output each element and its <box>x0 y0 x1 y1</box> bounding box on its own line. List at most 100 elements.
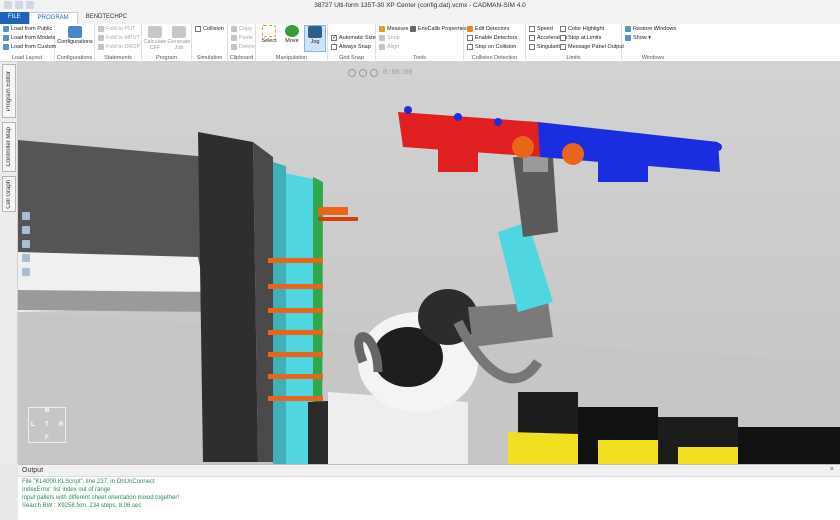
close-icon[interactable]: × <box>830 466 834 473</box>
tab-program[interactable]: PROGRAM <box>28 12 78 24</box>
tab-file[interactable]: FILE <box>0 12 29 24</box>
configurations-button[interactable]: Configurations <box>57 26 93 45</box>
paste-button[interactable]: Paste <box>231 35 253 41</box>
view-tool-icon[interactable] <box>22 212 30 220</box>
speed-checkbox[interactable]: Speed <box>529 26 553 32</box>
load-from-models-button[interactable]: Load from Models <box>3 35 55 41</box>
window-title: 38727 Ulti-form 135T-30 XP Center (confi… <box>314 2 526 9</box>
snap-icon <box>379 35 385 41</box>
checkbox[interactable] <box>467 44 473 50</box>
edit-detectors-button[interactable]: Edit Detectors <box>467 26 510 32</box>
view-tool-icon[interactable] <box>22 226 30 234</box>
load-from-custom-button[interactable]: Load from Custom <box>3 44 56 50</box>
side-tab-cell-graph[interactable]: Cell Graph <box>2 176 16 212</box>
group-label: Windows <box>641 55 665 61</box>
checkbox[interactable] <box>195 26 201 32</box>
view-cube-right[interactable]: R <box>59 422 63 428</box>
hash-icon <box>410 26 416 32</box>
select-icon <box>262 25 276 37</box>
side-tab-program-editor[interactable]: Program Editor <box>2 64 16 118</box>
calculate-icon <box>148 26 162 38</box>
ribbon-tabs: FILE PROGRAM BENDTECHPC <box>0 12 840 24</box>
pause-icon[interactable] <box>359 69 367 77</box>
group-label: Simulation <box>196 55 223 61</box>
group-program: Calculate CFF Generate Job Program <box>142 24 192 62</box>
checkbox[interactable] <box>331 34 337 41</box>
copy-button[interactable]: Copy <box>231 26 252 32</box>
fold-icon <box>98 35 104 41</box>
view-cube-back[interactable]: B <box>45 408 49 414</box>
generate-job-button[interactable]: Generate Job <box>167 26 191 51</box>
stop-at-limits-checkbox[interactable]: Stop at Limits <box>560 35 601 41</box>
move-button[interactable]: Move <box>281 25 303 44</box>
checkbox[interactable] <box>560 26 566 32</box>
title-bar: 38727 Ulti-form 135T-30 XP Center (confi… <box>0 0 840 12</box>
group-label: Statements <box>104 55 132 61</box>
fold-to-mput-button[interactable]: Fold to MPUT <box>98 35 140 41</box>
output-line: Search BW : X9258.fxm, 234 steps, 8.06 s… <box>22 503 142 509</box>
message-panel-output-checkbox[interactable]: Message Panel Output <box>560 44 624 50</box>
scene-render <box>18 62 840 464</box>
select-button[interactable]: Select <box>258 25 280 44</box>
beam-shadow <box>18 290 218 312</box>
align-button[interactable]: Align <box>379 44 399 50</box>
envcalib-properties-button[interactable]: EnvCalib Properties <box>410 26 467 32</box>
move-icon <box>285 25 299 37</box>
delete-button[interactable]: Delete <box>231 44 255 50</box>
3d-viewport[interactable]: 0:00:00 B L T R F <box>18 62 840 464</box>
checkbox[interactable] <box>529 44 535 50</box>
side-tab-controller-map[interactable]: Controller Map <box>2 122 16 172</box>
checkbox[interactable] <box>529 26 535 32</box>
fold-to-put-button[interactable]: Fold to PUT <box>98 26 135 32</box>
group-configurations: Configurations Configurations <box>55 24 95 62</box>
output-title: Output <box>22 467 44 474</box>
delete-icon <box>231 44 237 50</box>
checkbox[interactable] <box>560 35 566 41</box>
group-collision-detection: Edit Detectors Enable Detectors Stop on … <box>464 24 526 62</box>
folder-icon <box>3 35 9 41</box>
view-cube-top[interactable]: T <box>45 422 49 428</box>
snap-button[interactable]: Snap <box>379 35 400 41</box>
group-label: Grid Snap <box>339 55 364 61</box>
stop-on-collision-checkbox[interactable]: Stop on Collision <box>467 44 516 50</box>
color-highlight-checkbox[interactable]: Color Highlight <box>560 26 604 32</box>
view-cube[interactable]: B L T R F <box>28 407 66 443</box>
view-tool-icon[interactable] <box>22 268 30 276</box>
checkbox[interactable] <box>529 35 535 41</box>
play-icon[interactable] <box>370 69 378 77</box>
group-label: Program <box>155 55 178 61</box>
group-tools: Measure Snap Align EnvCalib Properties T… <box>376 24 467 62</box>
group-label: Configurations <box>56 55 93 61</box>
tab-bendtechpc[interactable]: BENDTECHPC <box>78 12 135 24</box>
output-log: File "KL4000.KLScript", line 237, in OnU… <box>18 477 840 511</box>
paste-icon <box>231 35 237 41</box>
jog-button[interactable]: Jog <box>304 25 326 52</box>
checkbox[interactable] <box>560 44 566 50</box>
enable-detectors-checkbox[interactable]: Enable Detectors <box>467 35 517 41</box>
collision-checkbox[interactable]: Collision <box>195 26 224 32</box>
configurations-icon <box>68 26 82 38</box>
view-cube-front[interactable]: F <box>45 435 49 441</box>
singularity-checkbox[interactable]: Singularity <box>529 44 563 50</box>
group-label: Tools <box>413 55 426 61</box>
calculate-cff-button[interactable]: Calculate CFF <box>143 26 167 51</box>
checkbox[interactable] <box>467 35 473 41</box>
always-snap-checkbox[interactable]: Always Snap <box>331 44 371 50</box>
rewind-icon[interactable] <box>348 69 356 77</box>
restore-windows-button[interactable]: Restore Windows <box>625 26 676 32</box>
detector-icon <box>467 26 473 32</box>
view-tool-icon[interactable] <box>22 240 30 248</box>
view-tool-icon[interactable] <box>22 254 30 262</box>
view-toolbar <box>22 212 32 276</box>
windows-icon <box>625 26 631 32</box>
show-dropdown[interactable]: Show ▾ <box>625 35 651 41</box>
measure-button[interactable]: Measure <box>379 26 408 32</box>
folder-icon <box>3 44 9 50</box>
press-column <box>198 132 258 462</box>
view-cube-left[interactable]: L <box>31 422 35 428</box>
automatic-size-checkbox[interactable]: Automatic Size <box>331 34 376 41</box>
checkbox[interactable] <box>331 44 337 50</box>
folder-icon <box>3 26 9 32</box>
fold-to-drop-button[interactable]: Fold to DROP <box>98 44 140 50</box>
load-from-public-button[interactable]: Load from Public <box>3 26 52 32</box>
